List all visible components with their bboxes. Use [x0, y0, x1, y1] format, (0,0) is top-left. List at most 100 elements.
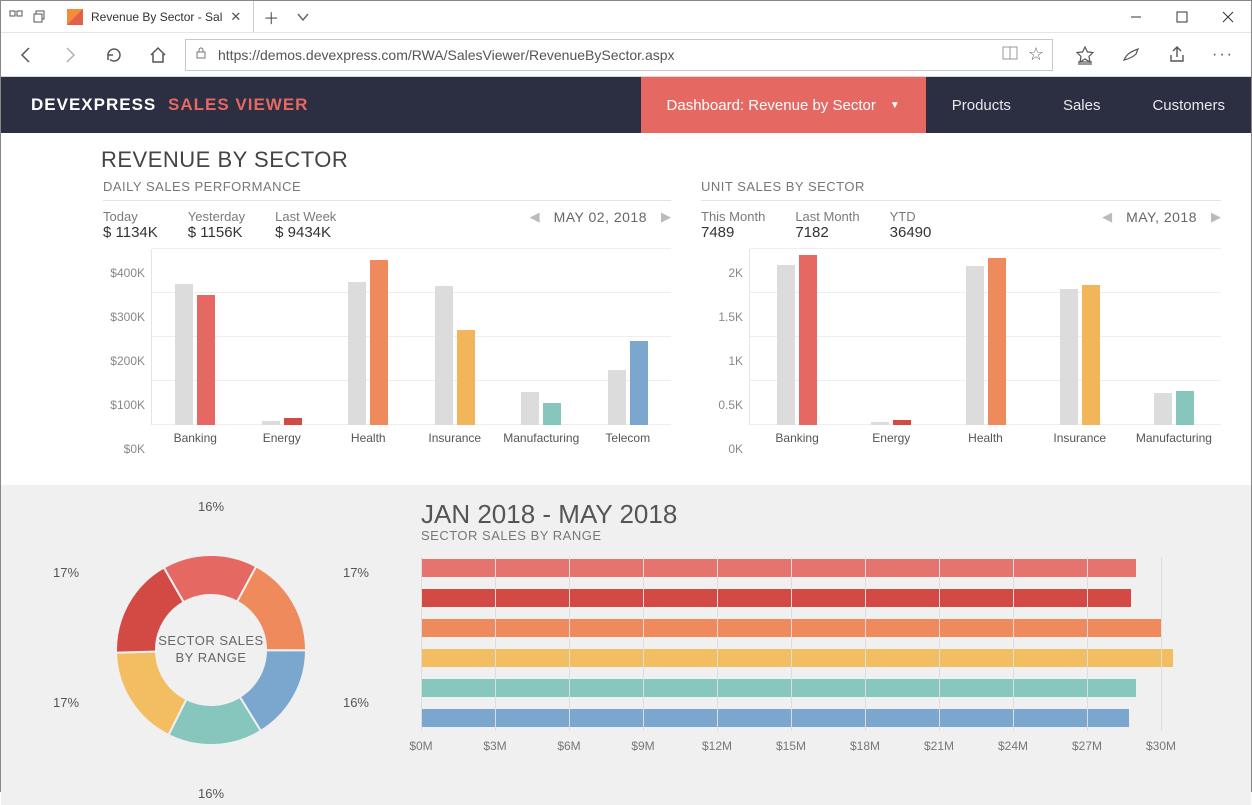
x-tick: $30M [1146, 739, 1176, 753]
bar-current[interactable] [543, 403, 561, 425]
close-tab-button[interactable]: ✕ [230, 9, 241, 25]
minimize-button[interactable] [1113, 1, 1159, 32]
bar-prev[interactable] [435, 286, 453, 425]
share-button[interactable] [1157, 38, 1197, 72]
app-header: DEVEXPRESS SALES VIEWER Dashboard: Reven… [1, 77, 1251, 133]
range-title: JAN 2018 - MAY 2018 [421, 499, 1201, 530]
bar-prev[interactable] [966, 266, 984, 425]
category-label: Insurance [412, 431, 499, 445]
bar-prev[interactable] [777, 265, 795, 425]
bar-prev[interactable] [262, 421, 280, 425]
category-label: Telecom [585, 431, 672, 445]
metric-label: YTD [890, 209, 932, 224]
category-label: Health [325, 431, 412, 445]
bar-current[interactable] [1176, 391, 1194, 425]
next-date-button[interactable]: ▶ [1211, 209, 1221, 225]
hbar[interactable] [421, 589, 1131, 607]
reader-mode-icon[interactable] [1002, 46, 1018, 63]
x-tick: $15M [776, 739, 806, 753]
maximize-button[interactable] [1159, 1, 1205, 32]
bar-current[interactable] [197, 295, 215, 425]
x-tick: $21M [924, 739, 954, 753]
nav-sales[interactable]: Sales [1037, 77, 1127, 133]
bar-prev[interactable] [1060, 289, 1078, 425]
bar-prev[interactable] [608, 370, 626, 425]
x-tick: $0M [409, 739, 432, 753]
lock-icon [194, 46, 208, 63]
tab-title: Revenue By Sector - Sal [91, 10, 222, 24]
metric-label: Yesterday [188, 209, 245, 224]
donut-pct-tl: 17% [53, 565, 79, 580]
window-cascade-icon[interactable] [33, 10, 47, 24]
browser-tab[interactable]: Revenue By Sector - Sal ✕ [55, 1, 254, 32]
nav-customers[interactable]: Customers [1126, 77, 1251, 133]
x-tick: $27M [1072, 739, 1102, 753]
metric-last-month: Last Month 7182 [795, 209, 859, 241]
range-subtitle: SECTOR SALES BY RANGE [421, 528, 1201, 543]
bar-prev[interactable] [1154, 393, 1172, 425]
favorite-star-icon[interactable]: ☆ [1028, 44, 1044, 65]
home-button[interactable] [141, 38, 175, 72]
x-tick: $18M [850, 739, 880, 753]
donut-center-label: SECTOR SALES BY RANGE [158, 633, 263, 667]
units-date-label: MAY, 2018 [1126, 209, 1197, 225]
app-drawer-icon[interactable] [9, 10, 23, 24]
more-menu-button[interactable]: ··· [1203, 38, 1243, 72]
bar-prev[interactable] [521, 392, 539, 425]
prev-date-button[interactable]: ◀ [1102, 209, 1112, 225]
bar-prev[interactable] [348, 282, 366, 425]
metric-this-month: This Month 7489 [701, 209, 765, 241]
bar-current[interactable] [799, 255, 817, 425]
range-panel: JAN 2018 - MAY 2018 SECTOR SALES BY RANG… [411, 495, 1221, 805]
back-button[interactable] [9, 38, 43, 72]
window-titlebar: Revenue By Sector - Sal ✕ ＋ [1, 1, 1251, 33]
metric-label: Last Week [275, 209, 336, 224]
unit-sales-panel: UNIT SALES BY SECTOR This Month 7489 Las… [701, 179, 1221, 449]
next-date-button[interactable]: ▶ [661, 209, 671, 225]
lower-section: SECTOR SALES BY RANGE 16% 17% 16% 16% 17… [1, 485, 1251, 805]
brand: DEVEXPRESS SALES VIEWER [1, 95, 338, 115]
favorites-button[interactable] [1065, 38, 1105, 72]
refresh-button[interactable] [97, 38, 131, 72]
units-date-nav: ◀ MAY, 2018 ▶ [1102, 209, 1221, 225]
metric-value: $ 9434K [275, 224, 336, 241]
bar-current[interactable] [284, 418, 302, 425]
page-title: REVENUE BY SECTOR [1, 143, 1251, 173]
daily-sales-chart[interactable]: $0K$100K$200K$300K$400K BankingEnergyHea… [103, 249, 671, 449]
donut-pct-bl: 17% [53, 695, 79, 710]
metric-label: Today [103, 209, 158, 224]
nav-dashboard[interactable]: Dashboard: Revenue by Sector ▼ [641, 77, 926, 133]
bar-prev[interactable] [175, 284, 193, 425]
bar-current[interactable] [1082, 285, 1100, 425]
browser-address-bar: https://demos.devexpress.com/RWA/SalesVi… [1, 33, 1251, 77]
bar-current[interactable] [457, 330, 475, 425]
tabs-dropdown-button[interactable] [288, 1, 318, 32]
page-body: REVENUE BY SECTOR DAILY SALES PERFORMANC… [1, 133, 1251, 805]
notes-button[interactable] [1111, 38, 1151, 72]
nav-products[interactable]: Products [926, 77, 1037, 133]
hbar[interactable] [421, 559, 1136, 577]
new-tab-button[interactable]: ＋ [254, 1, 288, 32]
donut-pct-br: 16% [198, 786, 224, 801]
bar-current[interactable] [988, 258, 1006, 425]
url-field[interactable]: https://demos.devexpress.com/RWA/SalesVi… [185, 39, 1053, 71]
bar-prev[interactable] [871, 422, 889, 425]
daily-date-label: MAY 02, 2018 [554, 209, 647, 225]
bar-current[interactable] [893, 420, 911, 425]
hbar[interactable] [421, 709, 1129, 727]
metric-value: 7182 [795, 224, 859, 241]
x-tick: $9M [631, 739, 654, 753]
tab-favicon-icon [67, 9, 83, 25]
unit-sales-chart[interactable]: 0K0.5K1K1.5K2K BankingEnergyHealthInsura… [701, 249, 1221, 449]
forward-button[interactable] [53, 38, 87, 72]
window-left-buttons [1, 1, 55, 32]
hbar[interactable] [421, 679, 1136, 697]
range-hbar-chart[interactable]: $0M$3M$6M$9M$12M$15M$18M$21M$24M$27M$30M [421, 557, 1201, 757]
metric-value: 7489 [701, 224, 765, 241]
bar-current[interactable] [630, 341, 648, 425]
bar-current[interactable] [370, 260, 388, 425]
hbar[interactable] [421, 649, 1173, 667]
prev-date-button[interactable]: ◀ [530, 209, 540, 225]
close-window-button[interactable] [1205, 1, 1251, 32]
donut-chart[interactable]: SECTOR SALES BY RANGE 16% 17% 16% 16% 17… [31, 495, 391, 805]
